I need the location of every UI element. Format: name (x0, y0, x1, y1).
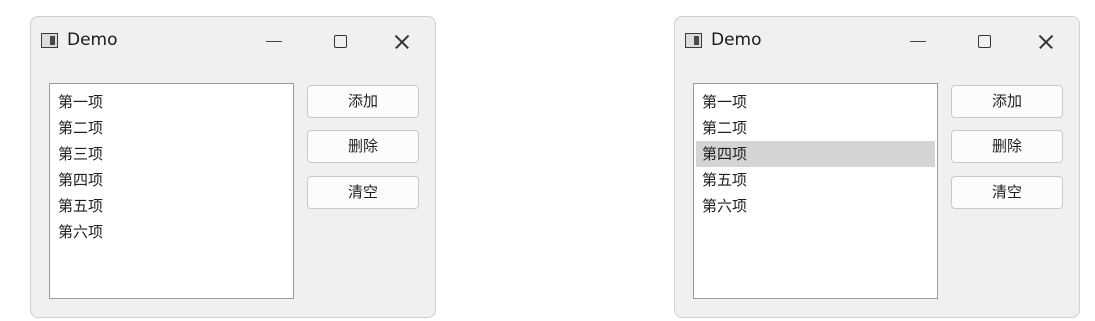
list-item[interactable]: 第二项 (52, 115, 291, 141)
window-title: Demo (67, 30, 118, 50)
window-title: Demo (711, 30, 762, 50)
item-list[interactable]: 第一项 第二项 第三项 第四项 第五项 第六项 (49, 83, 294, 299)
list-item[interactable]: 第六项 (696, 193, 935, 219)
demo-window-before: Demo 第一项 第二项 第三项 第四项 第五项 第六项 添加 删除 清空 (30, 16, 436, 318)
title-bar[interactable]: Demo (675, 17, 1079, 67)
list-item[interactable]: 第一项 (696, 89, 935, 115)
list-item[interactable]: 第四项 (52, 167, 291, 193)
clear-button[interactable]: 清空 (951, 176, 1063, 209)
add-button[interactable]: 添加 (307, 85, 419, 118)
close-icon[interactable] (1031, 29, 1061, 55)
demo-window-after: Demo 第一项 第二项 第四项 第五项 第六项 添加 删除 清空 (674, 16, 1080, 318)
app-window-icon (41, 33, 58, 48)
list-item[interactable]: 第二项 (696, 115, 935, 141)
close-icon[interactable] (387, 29, 417, 55)
list-item[interactable]: 第六项 (52, 219, 291, 245)
list-item[interactable]: 第一项 (52, 89, 291, 115)
maximize-icon[interactable] (325, 29, 355, 55)
item-list[interactable]: 第一项 第二项 第四项 第五项 第六项 (693, 83, 938, 299)
minimize-icon[interactable] (903, 29, 933, 55)
delete-button[interactable]: 删除 (307, 130, 419, 163)
maximize-icon[interactable] (969, 29, 999, 55)
minimize-icon[interactable] (259, 29, 289, 55)
title-bar[interactable]: Demo (31, 17, 435, 67)
list-item[interactable]: 第五项 (52, 193, 291, 219)
delete-button[interactable]: 删除 (951, 130, 1063, 163)
clear-button[interactable]: 清空 (307, 176, 419, 209)
list-item[interactable]: 第三项 (52, 141, 291, 167)
add-button[interactable]: 添加 (951, 85, 1063, 118)
list-item[interactable]: 第五项 (696, 167, 935, 193)
list-item-selected[interactable]: 第四项 (696, 141, 935, 167)
app-window-icon (685, 33, 702, 48)
